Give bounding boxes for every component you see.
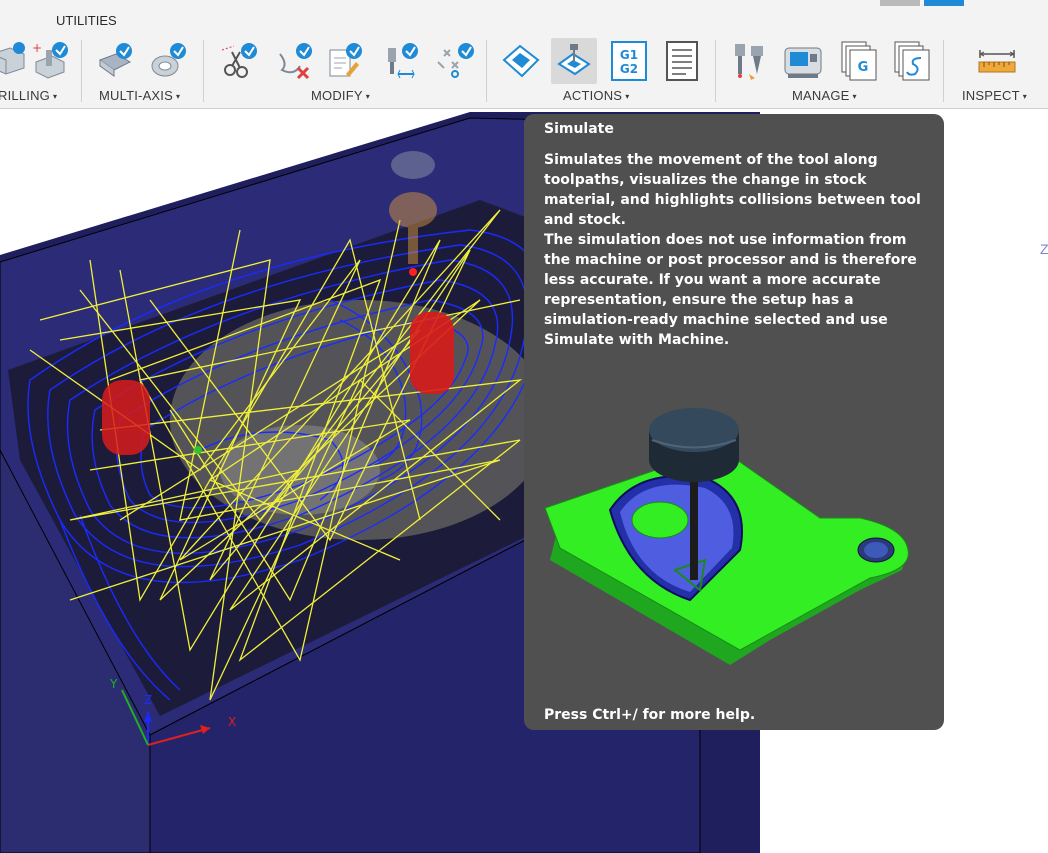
tooltip-help-hint: Press Ctrl+/ for more help. (544, 707, 756, 723)
axis-z-label: Z (144, 693, 152, 707)
tab-utilities[interactable]: UTILITIES (56, 13, 117, 28)
template-g-icon[interactable]: G (836, 38, 882, 84)
group-modify[interactable]: MODIFY ▾ (311, 88, 370, 103)
window-tab-chip-active[interactable] (924, 0, 964, 6)
group-multi-axis[interactable]: MULTI-AXIS ▾ (99, 88, 180, 103)
tooltip-title: Simulate (544, 121, 614, 137)
svg-text:+: + (32, 41, 42, 55)
post-process-icon[interactable]: G1 G2 (606, 38, 652, 84)
viewcube-edge[interactable]: Z (1040, 241, 1048, 257)
measure-ruler-icon[interactable] (974, 38, 1020, 84)
multi-axis-flow-icon[interactable] (147, 38, 193, 84)
tool-position-marker (194, 446, 202, 454)
template-s-icon[interactable] (889, 38, 935, 84)
pattern-icon[interactable] (432, 38, 478, 84)
tool-length-icon[interactable] (378, 38, 424, 84)
group-manage[interactable]: MANAGE ▾ (792, 88, 857, 103)
multi-axis-swarf-icon[interactable] (94, 38, 140, 84)
axis-y-label: Y (109, 677, 118, 691)
group-separator (715, 40, 716, 102)
svg-text:G: G (858, 60, 869, 75)
simulated-part-illustration-icon (544, 408, 909, 665)
group-separator (486, 40, 487, 102)
tooltip-note: The simulation does not use information … (544, 232, 917, 348)
simulate-icon[interactable] (551, 38, 597, 84)
edit-notes-icon[interactable] (322, 38, 368, 84)
window-tab-chip[interactable] (880, 0, 920, 6)
group-separator (943, 40, 944, 102)
group-separator (203, 40, 204, 102)
group-actions[interactable]: ACTIONS ▾ (563, 88, 629, 103)
group-separator (81, 40, 82, 102)
scissors-trim-icon[interactable] (216, 38, 262, 84)
svg-text:G1: G1 (620, 48, 638, 62)
svg-text:G2: G2 (620, 62, 638, 76)
group-drilling[interactable]: RILLING ▾ (0, 88, 57, 103)
tooltip-description: Simulates the movement of the tool along… (544, 152, 921, 228)
machine-library-icon[interactable] (780, 38, 826, 84)
axis-x-label: X (228, 715, 236, 729)
setup-box-icon[interactable] (498, 38, 544, 84)
ribbon-toolbar: UTILITIES + G1 G2 G RILLING ▾ MULTI-AXIS… (0, 0, 1048, 109)
setup-sheet-icon[interactable] (659, 38, 705, 84)
delete-path-icon[interactable] (272, 38, 318, 84)
simulate-tooltip: Simulate Simulates the movement of the t… (524, 114, 944, 730)
drill-add-icon[interactable]: + (28, 38, 74, 84)
tool-library-icon[interactable] (727, 38, 773, 84)
group-inspect[interactable]: INSPECT ▾ (962, 88, 1027, 103)
